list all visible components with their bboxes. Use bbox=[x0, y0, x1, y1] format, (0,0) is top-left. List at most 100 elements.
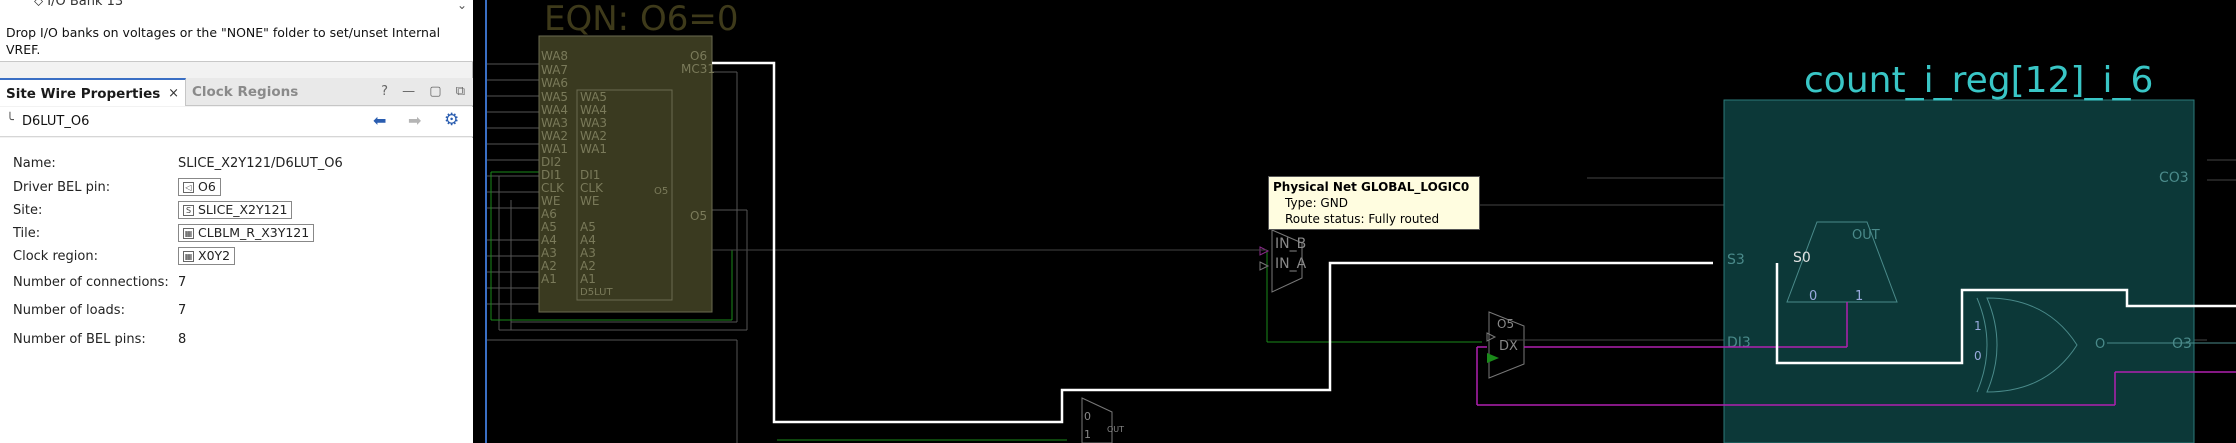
s0-label: S0 bbox=[1793, 250, 1811, 266]
svg-text:A1: A1 bbox=[580, 272, 596, 286]
svg-text:DI2: DI2 bbox=[541, 155, 561, 169]
io-bank-item[interactable]: ⬦ I/O Bank 13 bbox=[34, 0, 123, 9]
tooltip-title: Physical Net GLOBAL_LOGIC0 bbox=[1273, 180, 1470, 194]
svg-text:O6: O6 bbox=[690, 49, 707, 63]
bank-icon: ⬦ bbox=[34, 0, 48, 9]
panel-controls: ? — ▢ ⧉ bbox=[371, 78, 465, 106]
io-planning-box: ⬦ I/O Bank 13 ⌄ Drop I/O banks on voltag… bbox=[0, 0, 473, 62]
site-link[interactable]: S SLICE_X2Y121 bbox=[178, 201, 293, 219]
in-a-label: IN_A bbox=[1275, 256, 1307, 272]
tile-link[interactable]: ▦ CLBLM_R_X3Y121 bbox=[178, 224, 315, 242]
gear-icon[interactable]: ⚙ bbox=[444, 110, 459, 130]
restore-icon[interactable]: ▢ bbox=[429, 84, 441, 99]
properties-tabbar: Site Wire Properties × Clock Regions ? —… bbox=[0, 78, 473, 106]
tooltip-route-status: Route status: Fully routed bbox=[1285, 212, 1440, 226]
svg-text:WA3: WA3 bbox=[541, 116, 568, 130]
pin-icon: ◁ bbox=[183, 182, 194, 193]
dx-pin-icon bbox=[1487, 353, 1499, 363]
svg-text:A3: A3 bbox=[580, 246, 596, 260]
prop-label: Driver BEL pin: bbox=[13, 180, 111, 195]
net-tooltip: Physical Net GLOBAL_LOGIC0 Type: GND Rou… bbox=[1268, 176, 1480, 230]
tile-icon: ▦ bbox=[183, 228, 194, 239]
in-b-label: IN_B bbox=[1275, 236, 1306, 252]
prop-value: 8 bbox=[178, 332, 187, 347]
clock-region-link[interactable]: ▦ X0Y2 bbox=[178, 247, 236, 265]
svg-text:D5LUT: D5LUT bbox=[580, 287, 613, 298]
minimize-icon[interactable]: — bbox=[402, 84, 415, 99]
svg-text:WE: WE bbox=[541, 194, 560, 208]
clock-region-icon: ▦ bbox=[183, 251, 194, 262]
tab-site-wire-properties[interactable]: Site Wire Properties × bbox=[0, 78, 186, 106]
chevron-down-icon[interactable]: ⌄ bbox=[457, 0, 467, 12]
tab-label: Clock Regions bbox=[192, 84, 299, 100]
svg-text:0: 0 bbox=[1974, 349, 1982, 363]
forward-arrow-icon[interactable]: ➡ bbox=[408, 111, 421, 130]
svg-text:O5: O5 bbox=[690, 209, 707, 223]
svg-text:A6: A6 bbox=[541, 207, 557, 221]
tab-label: Site Wire Properties bbox=[6, 86, 161, 102]
prop-label: Name: bbox=[13, 156, 56, 171]
svg-text:CLK: CLK bbox=[541, 181, 565, 195]
svg-text:WA3: WA3 bbox=[580, 116, 607, 130]
io-bank-label: I/O Bank 13 bbox=[47, 0, 124, 9]
svg-text:MC31: MC31 bbox=[681, 62, 715, 76]
eqn-label: EQN: O6=0 bbox=[544, 0, 738, 39]
svg-text:WA1: WA1 bbox=[541, 142, 568, 156]
svg-text:A4: A4 bbox=[580, 233, 596, 247]
close-icon[interactable]: × bbox=[168, 80, 179, 108]
dx-pin2-icon bbox=[1486, 332, 1497, 342]
svg-text:A3: A3 bbox=[541, 246, 557, 260]
svg-text:OUT: OUT bbox=[1107, 425, 1124, 434]
svg-text:WA4: WA4 bbox=[541, 103, 568, 117]
site-wire-icon: ╰ bbox=[6, 113, 14, 128]
prop-label: Clock region: bbox=[13, 249, 98, 264]
driver-bel-pin-link[interactable]: ◁ O6 bbox=[178, 178, 221, 196]
prop-value: 7 bbox=[178, 303, 187, 318]
svg-text:WA8: WA8 bbox=[541, 49, 568, 63]
back-arrow-icon[interactable]: ⬅ bbox=[373, 111, 386, 130]
prop-label: Site: bbox=[13, 203, 43, 218]
svg-text:0: 0 bbox=[1084, 410, 1091, 423]
site-icon: S bbox=[183, 205, 194, 216]
co3-label: CO3 bbox=[2159, 170, 2189, 186]
device-view-canvas[interactable]: EQN: O6=0 WA8 WA7 WA6 WA5 WA5 WA4 WA4 WA3 W… bbox=[487, 0, 2236, 443]
help-icon[interactable]: ? bbox=[381, 84, 388, 99]
cell-name-label: count_i_reg[12]_i_6 bbox=[1804, 60, 2153, 101]
prop-label: Number of connections: bbox=[13, 275, 169, 290]
out-label: OUT bbox=[1852, 228, 1880, 243]
tooltip-type: Type: GND bbox=[1285, 196, 1348, 210]
count-reg-cell[interactable] bbox=[1723, 99, 2195, 443]
prop-value: 7 bbox=[178, 275, 187, 290]
drop-hint-text: Drop I/O banks on voltages or the "NONE"… bbox=[6, 25, 441, 57]
svg-text:WA6: WA6 bbox=[541, 76, 568, 90]
prop-label: Number of BEL pins: bbox=[13, 332, 146, 347]
object-header: ╰ D6LUT_O6 ⬅ ➡ ⚙ bbox=[0, 107, 473, 137]
prop-label: Number of loads: bbox=[13, 303, 125, 318]
tab-clock-regions[interactable]: Clock Regions bbox=[186, 78, 306, 106]
xor-o-label: O bbox=[2095, 337, 2105, 352]
svg-text:A5: A5 bbox=[580, 220, 596, 234]
svg-text:A4: A4 bbox=[541, 233, 557, 247]
dx-label: DX bbox=[1499, 339, 1518, 354]
float-icon[interactable]: ⧉ bbox=[456, 84, 465, 99]
svg-text:1: 1 bbox=[1084, 428, 1091, 441]
svg-text:DI1: DI1 bbox=[541, 168, 561, 182]
svg-text:1: 1 bbox=[1974, 319, 1982, 333]
properties-list: Name: SLICE_X2Y121/D6LUT_O6 Driver BEL p… bbox=[0, 138, 473, 443]
o5-label: O5 bbox=[1497, 317, 1514, 331]
svg-text:A5: A5 bbox=[541, 220, 557, 234]
svg-text:O5: O5 bbox=[654, 186, 668, 197]
left-panel: ⬦ I/O Bank 13 ⌄ Drop I/O banks on voltag… bbox=[0, 0, 473, 443]
svg-text:WA2: WA2 bbox=[580, 129, 607, 143]
di3-label: DI3 bbox=[1727, 335, 1751, 351]
prop-value: SLICE_X2Y121/D6LUT_O6 bbox=[178, 156, 343, 171]
object-name: D6LUT_O6 bbox=[22, 114, 90, 129]
svg-text:WE: WE bbox=[580, 194, 599, 208]
mux-1-label: 1 bbox=[1855, 289, 1863, 304]
svg-text:WA7: WA7 bbox=[541, 63, 568, 77]
svg-text:A2: A2 bbox=[580, 259, 596, 273]
svg-text:WA1: WA1 bbox=[580, 142, 607, 156]
mux-0-label: 0 bbox=[1809, 289, 1817, 304]
vivado-window: ⬦ I/O Bank 13 ⌄ Drop I/O banks on voltag… bbox=[0, 0, 2236, 443]
prop-label: Tile: bbox=[13, 226, 41, 241]
